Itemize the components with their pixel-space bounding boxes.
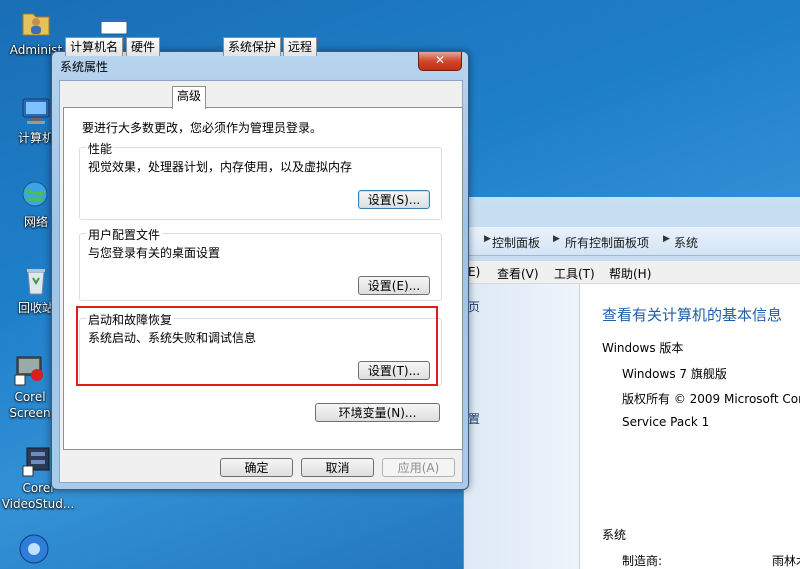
tab-system-protection[interactable]: 系统保护 <box>223 37 282 56</box>
desktop-icon-partial[interactable] <box>14 532 54 568</box>
breadcrumb-system[interactable]: 系统 <box>674 234 698 251</box>
recycle-bin-icon <box>19 264 53 298</box>
performance-title: 性能 <box>86 140 115 157</box>
corel-videostudio-icon <box>21 444 55 478</box>
windows-edition: Windows 7 旗舰版 <box>622 367 727 381</box>
performance-desc: 视觉效果，处理器计划，内存使用，以及虚拟内存 <box>88 160 353 174</box>
breadcrumb-separator-icon: ▶ <box>663 234 670 244</box>
user-profiles-desc: 与您登录有关的桌面设置 <box>88 246 221 260</box>
control-panel-content: 查看有关计算机的基本信息 Windows 版本 Windows 7 旗舰版 版权… <box>579 284 800 569</box>
breadcrumb-separator-icon: ▶ <box>553 234 560 244</box>
breadcrumb-separator-icon: ▶ <box>484 234 491 244</box>
app-shortcut-icon <box>17 532 51 566</box>
network-icon <box>19 178 53 212</box>
menu-edit[interactable]: E) <box>468 265 480 279</box>
tab-computer-name[interactable]: 计算机名 <box>65 37 124 56</box>
breadcrumb-all-items[interactable]: 所有控制面板项 <box>565 234 649 251</box>
sidebar-link-fragment[interactable]: 置 <box>468 410 480 427</box>
breadcrumb-control-panel[interactable]: 控制面板 <box>492 234 540 251</box>
dialog-title: 系统属性 <box>60 60 109 74</box>
service-pack: Service Pack 1 <box>622 415 710 429</box>
performance-group: 性能 视觉效果，处理器计划，内存使用，以及虚拟内存 <box>79 140 442 220</box>
computer-icon <box>19 94 53 128</box>
cancel-button[interactable]: 取消 <box>301 458 374 477</box>
tab-remote[interactable]: 远程 <box>283 37 318 56</box>
user-profiles-title: 用户配置文件 <box>86 226 163 243</box>
apply-button[interactable]: 应用(A) <box>382 458 455 477</box>
menu-help[interactable]: 帮助(H) <box>609 265 651 282</box>
highlight-box <box>76 306 438 386</box>
sidebar-link-fragment[interactable]: 页 <box>468 298 480 315</box>
tab-hardware[interactable]: 硬件 <box>126 37 161 56</box>
control-panel-sidebar: 页 置 <box>464 284 579 569</box>
corel-screencap-icon <box>13 353 47 387</box>
address-bar[interactable]: ▶ 控制面板 ▶ 所有控制面板项 ▶ 系统 <box>464 227 800 256</box>
close-icon: ✕ <box>434 53 446 67</box>
close-button[interactable]: ✕ <box>418 52 462 71</box>
manufacturer-value: 雨林木 <box>772 554 800 568</box>
ok-button[interactable]: 确定 <box>220 458 293 477</box>
control-panel-window: ▶ 控制面板 ▶ 所有控制面板项 ▶ 系统 E) 查看(V) 工具(T) 帮助(… <box>463 197 800 569</box>
admin-notice: 要进行大多数更改，您必须作为管理员登录。 <box>82 121 323 135</box>
tab-advanced[interactable]: 高级 <box>172 86 207 109</box>
menu-view[interactable]: 查看(V) <box>497 265 539 282</box>
system-section: 系统 <box>602 528 627 542</box>
copyright: 版权所有 © 2009 Microsoft Cor <box>622 392 800 406</box>
performance-settings-button[interactable]: 设置(S)... <box>358 190 430 209</box>
menu-bar: E) 查看(V) 工具(T) 帮助(H) <box>464 261 800 284</box>
page-heading: 查看有关计算机的基本信息 <box>602 306 783 324</box>
user-folder-icon <box>19 6 53 40</box>
menu-tools[interactable]: 工具(T) <box>554 265 595 282</box>
windows-edition-section: Windows 版本 <box>602 341 684 355</box>
environment-variables-button[interactable]: 环境变量(N)... <box>315 403 440 422</box>
user-profiles-settings-button[interactable]: 设置(E)... <box>358 276 430 295</box>
manufacturer-label: 制造商: <box>622 554 663 568</box>
